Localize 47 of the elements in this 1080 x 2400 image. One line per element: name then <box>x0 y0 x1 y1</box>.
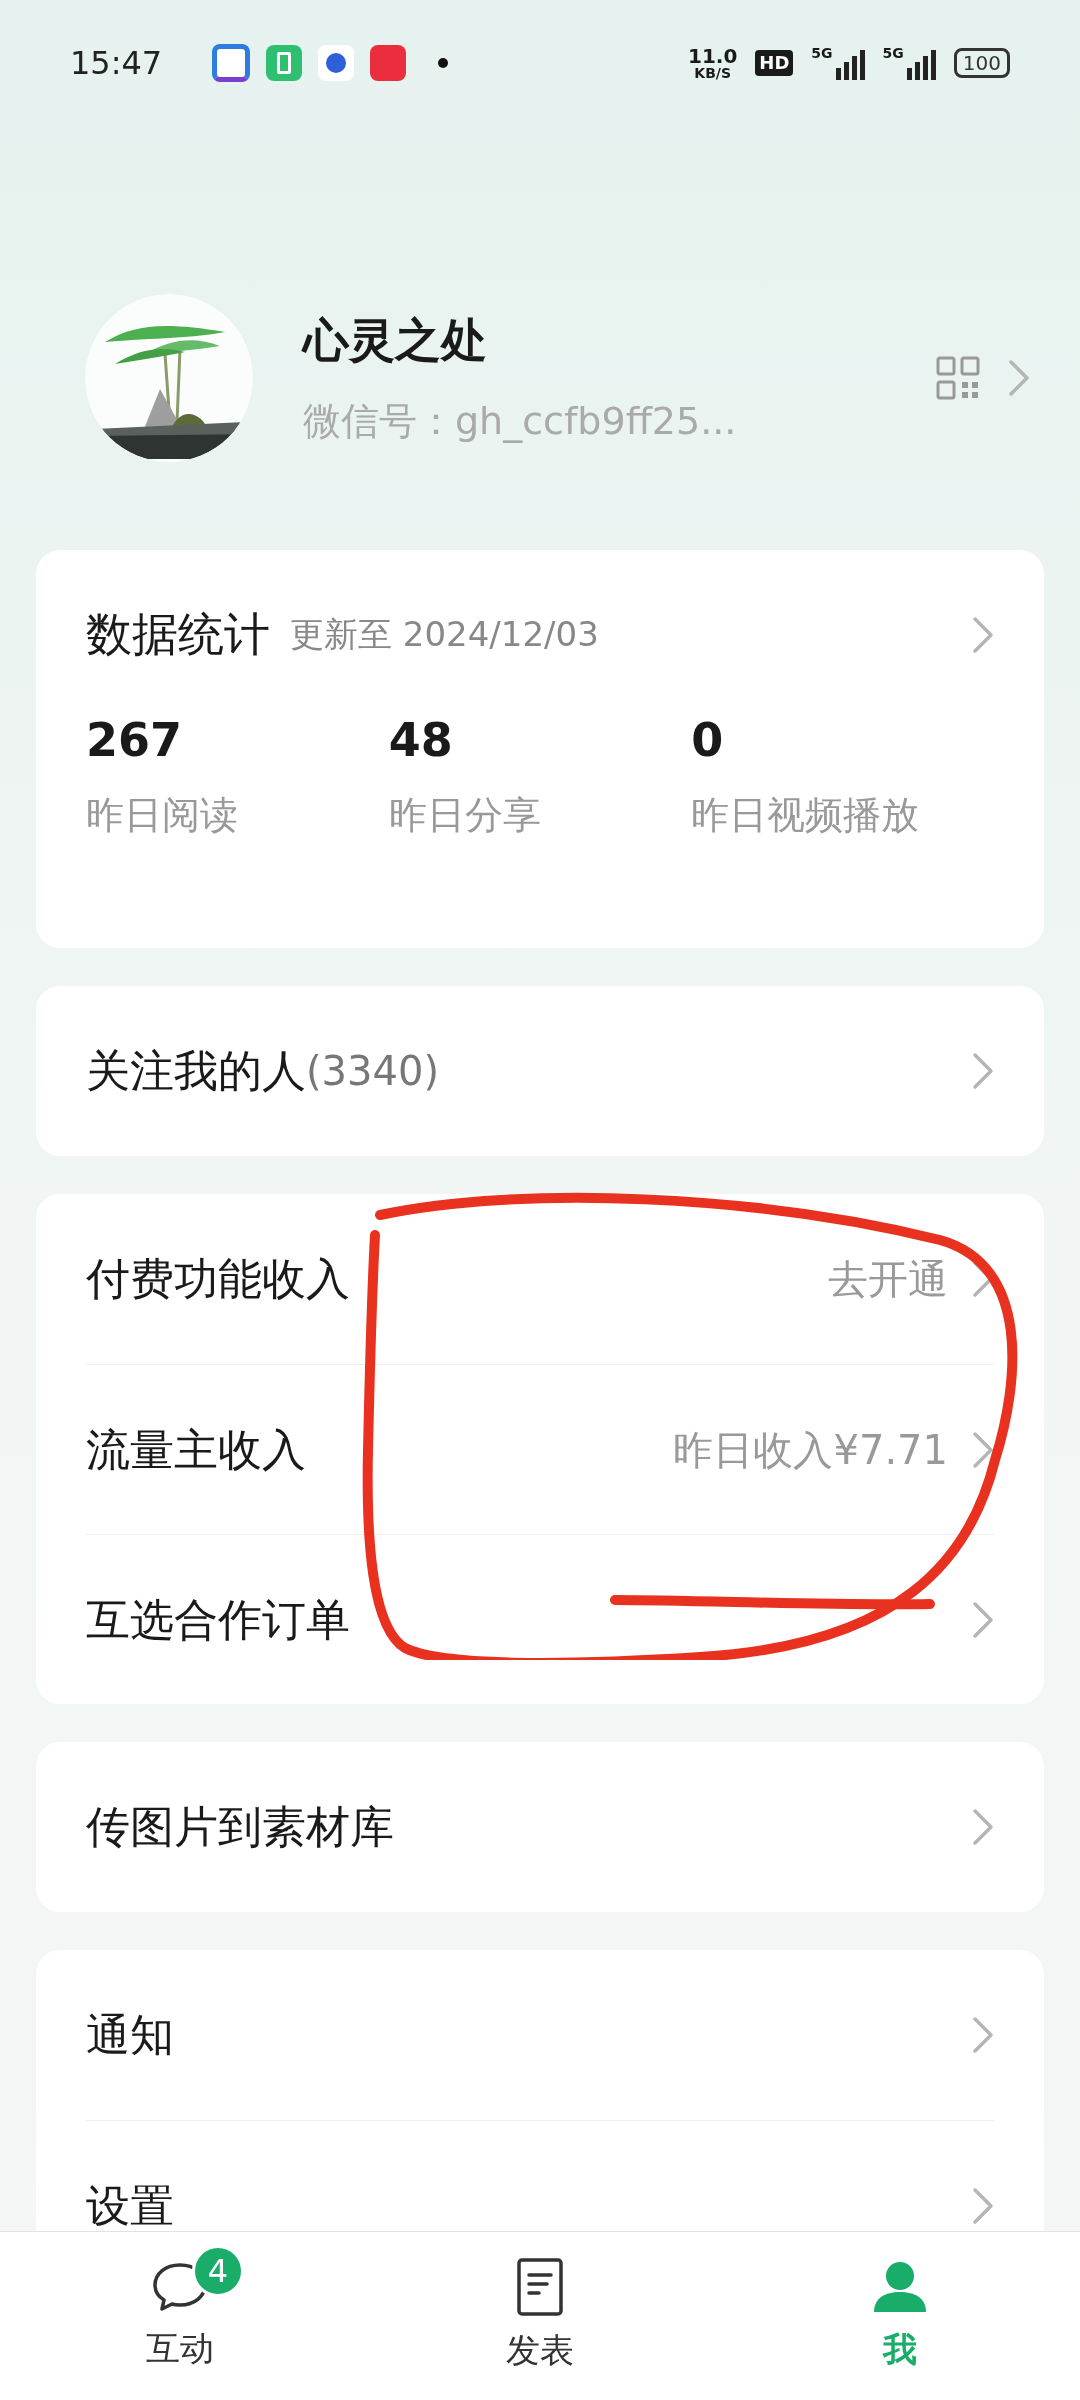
update-date: 更新至 2024/12/03 <box>290 613 599 656</box>
menu-label: 关注我的人 <box>86 1044 306 1098</box>
menu-label: 设置 <box>86 2178 174 2231</box>
tab[interactable]: 发表 <box>360 2232 720 2400</box>
menu-row[interactable]: 通知 <box>86 1950 994 2120</box>
chevron-icon <box>1008 358 1030 397</box>
chevron-icon <box>972 2016 994 2054</box>
menu-label: 流量主收入 <box>86 1422 306 1477</box>
chevron-icon <box>972 615 994 654</box>
stats-card[interactable]: 数据统计 更新至 2024/12/03 267 昨日阅读 48 昨日分享 0 昨日视频播放 <box>36 550 1044 948</box>
app-icon <box>212 43 251 82</box>
menu-row[interactable]: 传图片到素材库 <box>86 1742 994 1912</box>
chevron-icon <box>972 1430 994 1469</box>
tab[interactable]: 4 互动 <box>0 2232 360 2400</box>
stat-label: 昨日阅读 <box>86 792 239 839</box>
speed-value: 11.0 <box>687 45 738 66</box>
menu-value: 昨日收入¥7.71 <box>673 1425 948 1475</box>
chevron-icon <box>972 1808 994 1846</box>
chevron-icon <box>972 1052 994 1090</box>
menu-label: 付费功能收入 <box>86 1252 350 1306</box>
battery-app-icon <box>266 44 303 81</box>
stats-title: 数据统计 <box>86 606 270 663</box>
menu-row[interactable]: 关注我的人(3340) <box>86 986 994 1156</box>
app-icon <box>370 44 407 81</box>
qr-code-icon[interactable] <box>936 355 980 400</box>
wechat-id: 微信号：gh_ccfb9ff25... <box>303 397 738 445</box>
stat-label: 昨日视频播放 <box>691 792 921 839</box>
stat-value: 0 <box>691 717 725 763</box>
menu-label: 通知 <box>86 2008 174 2062</box>
menu-value: 去开通 <box>828 1255 948 1304</box>
menu-label: 互选合作订单 <box>86 1592 350 1647</box>
menu-row[interactable]: 互选合作订单 <box>86 1534 994 1704</box>
stat-value: 48 <box>388 717 454 763</box>
follower-count: (3340) <box>306 1047 439 1096</box>
stat-value: 267 <box>86 717 184 763</box>
menu-label: 传图片到素材库 <box>86 1800 394 1854</box>
menu-row[interactable]: 流量主收入 昨日收入¥7.71 <box>86 1364 994 1534</box>
chevron-icon <box>972 1600 994 1639</box>
battery-icon: 100 <box>953 47 1010 78</box>
hd-icon: HD <box>755 49 794 76</box>
account-name: 心灵之处 <box>303 311 488 369</box>
stat-label: 昨日分享 <box>388 792 542 839</box>
menu-row[interactable]: 付费功能收入 去开通 <box>86 1194 994 1364</box>
document-icon <box>515 2256 565 2317</box>
speed-unit: KB/S <box>694 65 731 80</box>
chevron-icon <box>972 2186 994 2225</box>
clock: 15:47 <box>70 42 163 84</box>
